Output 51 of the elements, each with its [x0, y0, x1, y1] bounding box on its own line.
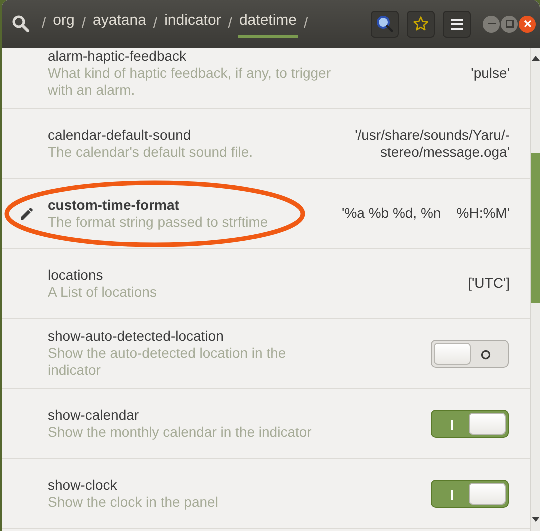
key-description: The calendar's default sound file.: [48, 144, 254, 160]
path-separator: /: [304, 14, 308, 34]
off-mark-icon: [481, 350, 491, 360]
close-button[interactable]: [519, 16, 536, 32]
scroll-down-icon[interactable]: [532, 517, 540, 523]
bookmark-button[interactable]: [407, 10, 435, 38]
minimize-button[interactable]: [483, 16, 500, 32]
menu-icon: [451, 18, 463, 30]
key-row[interactable]: show-clock Show the clock in the panel: [2, 459, 530, 529]
search-icon: [376, 15, 394, 33]
key-value: '%a %b %d, %n %H:%M': [342, 205, 510, 222]
scrollbar-thumb[interactable]: [531, 153, 540, 303]
path-segment[interactable]: ayatana: [92, 10, 148, 38]
key-name: show-clock: [48, 476, 118, 494]
path-segment[interactable]: org: [52, 10, 76, 38]
key-name: alarm-haptic-feedback: [48, 48, 188, 65]
key-value: ['UTC']: [468, 275, 510, 292]
key-description: A List of locations: [48, 284, 158, 300]
key-description: Show the monthly calendar in the indicator: [48, 424, 313, 440]
key-name: show-calendar: [48, 406, 140, 424]
key-value: '/usr/share/sounds/Yaru/-stereo/message.oga': [354, 126, 510, 160]
path-separator: /: [228, 14, 232, 34]
maximize-icon: [506, 20, 514, 28]
toggle-switch[interactable]: [431, 480, 509, 508]
key-description: Show the clock in the panel: [48, 494, 220, 510]
key-name: locations: [48, 266, 104, 284]
star-icon: [413, 16, 429, 32]
key-description: What kind of haptic feedback, if any, to trigger with an alarm.: [48, 65, 332, 99]
path-separator: /: [42, 14, 46, 34]
magnifier-icon[interactable]: [12, 15, 30, 33]
scroll-up-icon[interactable]: [532, 55, 540, 61]
key-name: calendar-default-sound: [48, 126, 192, 144]
menu-button[interactable]: [443, 10, 471, 38]
path-separator: /: [153, 14, 158, 34]
path-separator: /: [82, 14, 86, 34]
scrollbar[interactable]: [530, 48, 540, 531]
search-button[interactable]: [371, 10, 399, 38]
toggle-switch[interactable]: [431, 340, 509, 368]
minimize-icon: [488, 23, 496, 25]
key-value: 'pulse': [471, 65, 510, 82]
key-description: The format string passed to strftime: [48, 214, 270, 230]
path-segment[interactable]: indicator: [164, 10, 222, 38]
key-description: Show the auto-detected location in the indicator: [48, 345, 288, 379]
key-row[interactable]: custom-time-format The format string passed to strftime '%a %b %d, %n %H:%M': [2, 179, 530, 249]
toggle-switch[interactable]: [431, 410, 509, 438]
key-name: show-auto-detected-location: [48, 328, 225, 345]
key-row[interactable]: show-auto-detected-location Show the auto-detected location in the indicator: [2, 319, 530, 389]
key-row[interactable]: show-calendar Show the monthly calendar in the indicator: [2, 389, 530, 459]
path-segment[interactable]: datetime: [238, 10, 298, 38]
key-name: custom-time-format: [48, 196, 180, 214]
close-icon: [524, 20, 532, 28]
